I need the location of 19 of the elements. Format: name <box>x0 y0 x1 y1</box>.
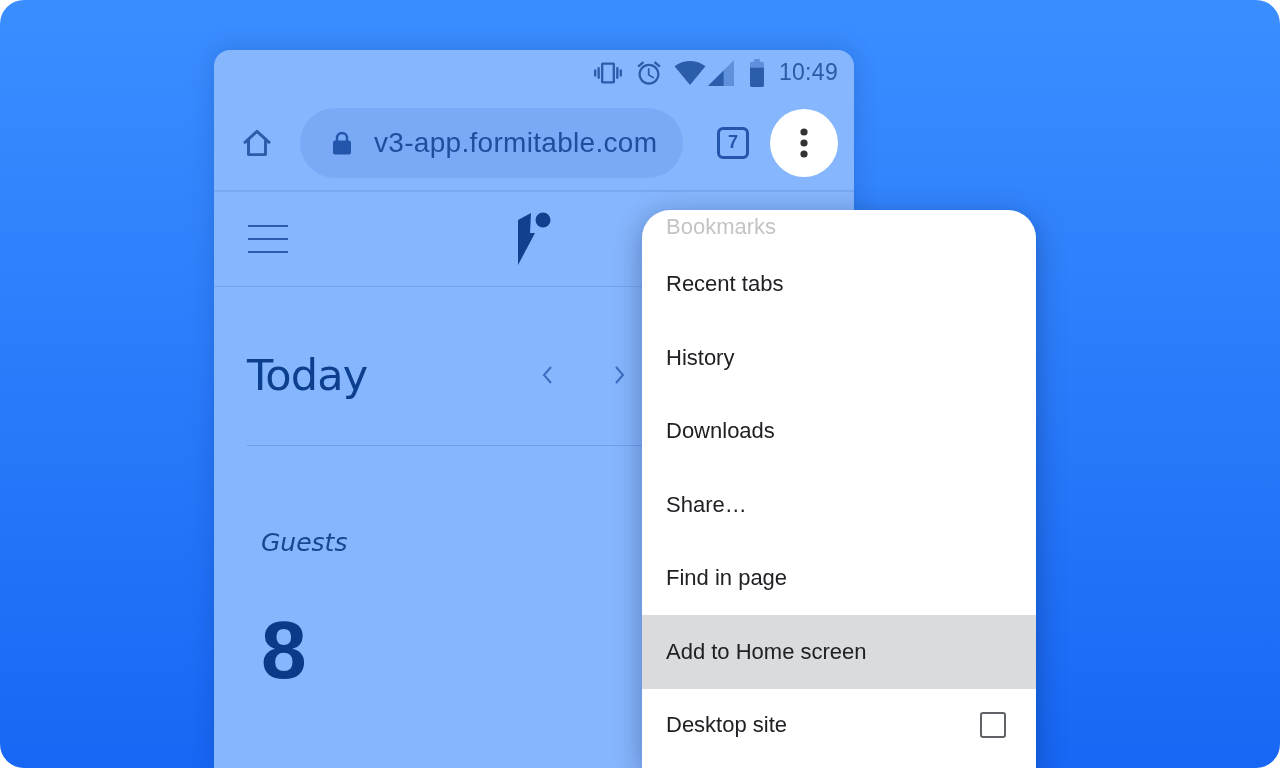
menu-item[interactable]: Find in page <box>642 541 1036 615</box>
guests-count: 8 <box>261 610 307 690</box>
menu-item[interactable]: Share… <box>642 468 1036 542</box>
more-icon <box>800 127 808 158</box>
menu-item[interactable]: Recent tabs <box>642 247 1036 321</box>
menu-item[interactable]: Desktop site <box>642 688 1036 762</box>
signal-icon <box>707 58 734 87</box>
guests-label: Guests <box>261 528 348 558</box>
page-title: Today <box>247 350 368 400</box>
url-text: v3-app.formitable.com <box>374 126 658 159</box>
logo-icon <box>516 211 552 267</box>
menu-icon[interactable] <box>248 225 288 253</box>
menu-item[interactable]: History <box>642 321 1036 395</box>
menu-item[interactable]: Downloads <box>642 394 1036 468</box>
status-time: 10:49 <box>778 59 838 86</box>
lock-icon <box>332 130 352 155</box>
battery-icon <box>747 58 766 87</box>
menu-item[interactable]: Add to Home screen <box>642 615 1036 689</box>
checkbox[interactable] <box>980 712 1006 739</box>
